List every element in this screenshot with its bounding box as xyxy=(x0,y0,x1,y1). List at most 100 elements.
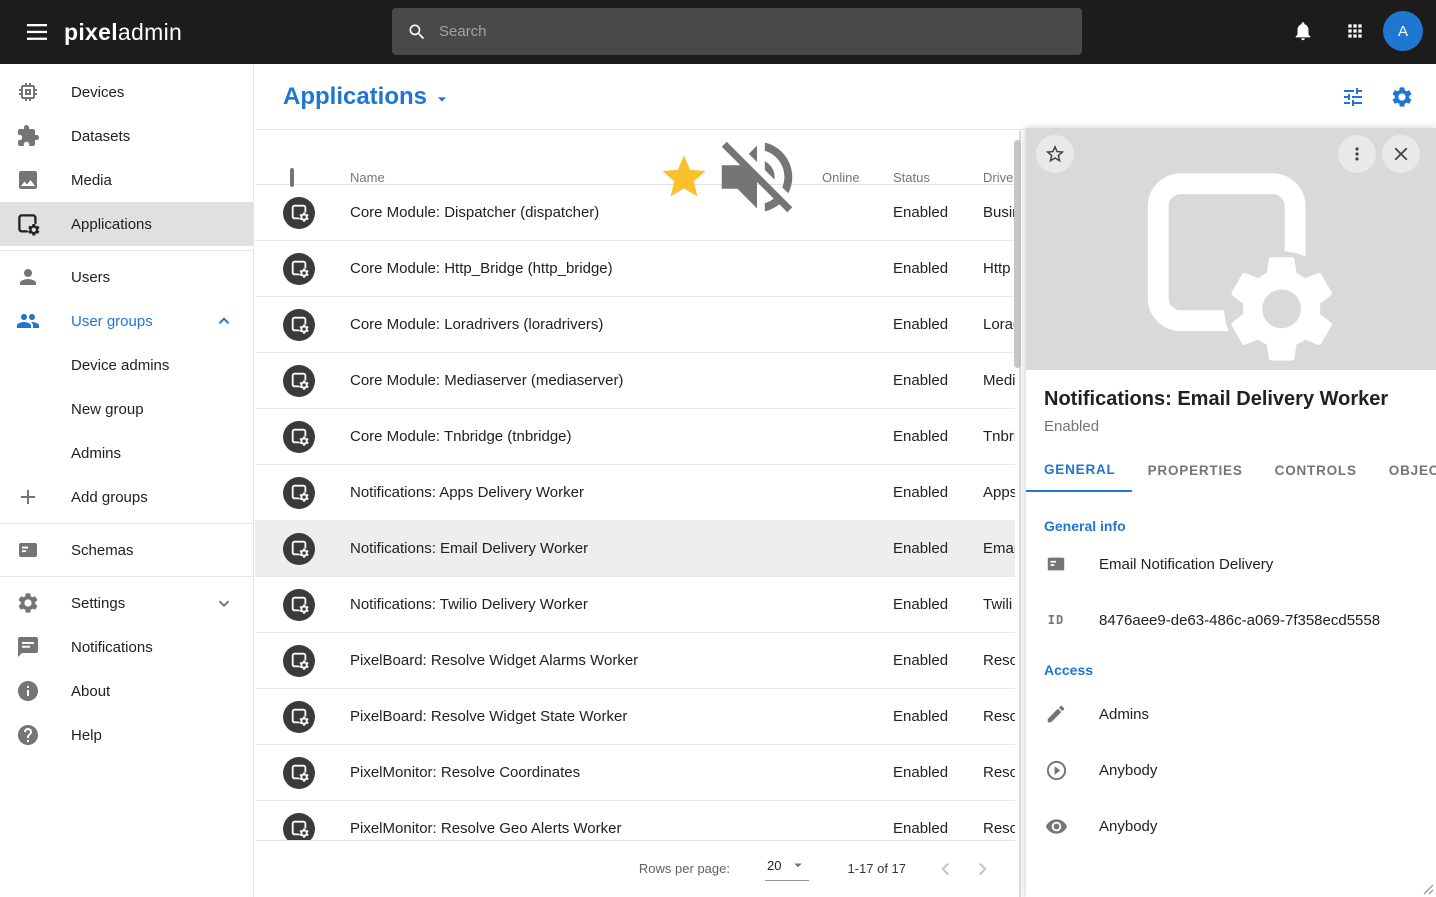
column-header-online[interactable]: Online xyxy=(804,170,875,185)
sidebar-item-new-group[interactable]: New group xyxy=(0,387,253,431)
more-options-icon[interactable] xyxy=(1338,135,1376,173)
schema-row[interactable]: Email Notification Delivery xyxy=(1026,536,1436,592)
row-name: PixelBoard: Resolve Widget Alarms Worker xyxy=(350,652,658,669)
table-settings-gear-icon[interactable] xyxy=(1390,85,1414,109)
table-row[interactable]: Core Module: Tnbridge (tnbridge) Enabled… xyxy=(255,409,1015,465)
sidebar-item-devices[interactable]: Devices xyxy=(0,70,253,114)
app-avatar xyxy=(283,197,315,229)
brand-regular: admin xyxy=(118,19,182,46)
page-title-dropdown[interactable]: Applications xyxy=(283,83,452,111)
tab-objects[interactable]: OBJECTS xyxy=(1373,448,1436,492)
menu-icon[interactable] xyxy=(13,8,61,56)
sidebar-item-label: New group xyxy=(71,401,144,418)
sidebar-item-label: Add groups xyxy=(71,489,148,506)
sidebar-item-datasets[interactable]: Datasets xyxy=(0,114,253,158)
column-header-status[interactable]: Status xyxy=(875,170,965,185)
scrollbar-thumb[interactable] xyxy=(1014,140,1021,368)
pencil-icon xyxy=(1044,702,1068,726)
chevron-down-icon[interactable] xyxy=(213,592,235,614)
sidebar-item-add-groups[interactable]: Add groups xyxy=(0,475,253,519)
table-row[interactable]: Notifications: Email Delivery Worker Ena… xyxy=(255,521,1015,577)
user-avatar[interactable]: A xyxy=(1383,11,1423,51)
page-title: Applications xyxy=(283,83,427,111)
sidebar-item-media[interactable]: Media xyxy=(0,158,253,202)
sidebar-item-schemas[interactable]: Schemas xyxy=(0,528,253,572)
favorite-star-icon[interactable] xyxy=(658,151,710,203)
row-driver: Busin xyxy=(965,204,1015,221)
rows-per-page-select[interactable]: 20 xyxy=(765,856,809,881)
row-status: Enabled xyxy=(875,260,965,277)
table-row[interactable]: Core Module: Http_Bridge (http_bridge) E… xyxy=(255,241,1015,297)
tab-properties[interactable]: PROPERTIES xyxy=(1132,448,1259,492)
sidebar-item-label: Settings xyxy=(71,595,125,612)
filter-tune-icon[interactable] xyxy=(1341,85,1365,109)
sidebar-item-label: About xyxy=(71,683,110,700)
app-avatar xyxy=(283,365,315,397)
table-row[interactable]: PixelMonitor: Resolve Coordinates Enable… xyxy=(255,745,1015,801)
table-row[interactable]: PixelBoard: Resolve Widget Alarms Worker… xyxy=(255,633,1015,689)
table-row[interactable]: Notifications: Twilio Delivery Worker En… xyxy=(255,577,1015,633)
next-page-icon[interactable] xyxy=(964,851,1000,887)
row-status: Enabled xyxy=(875,484,965,501)
table-row[interactable]: PixelMonitor: Resolve Geo Alerts Worker … xyxy=(255,801,1015,840)
row-status: Enabled xyxy=(875,596,965,613)
table-row[interactable]: Notifications: Apps Delivery Worker Enab… xyxy=(255,465,1015,521)
row-driver: Reso xyxy=(965,764,1015,781)
search-input[interactable] xyxy=(439,8,1082,55)
row-driver: Emai xyxy=(965,540,1015,557)
row-status: Enabled xyxy=(875,820,965,837)
global-search[interactable] xyxy=(392,8,1082,55)
table-row[interactable]: PixelBoard: Resolve Widget State Worker … xyxy=(255,689,1015,745)
row-name: PixelMonitor: Resolve Coordinates xyxy=(350,764,658,781)
mute-volume-off-icon[interactable] xyxy=(710,130,804,224)
access-read-row[interactable]: Anybody xyxy=(1026,798,1436,854)
row-driver: Apps xyxy=(965,484,1015,501)
access-execute-value: Anybody xyxy=(1099,762,1157,779)
id-row[interactable]: ID 8476aee9-de63-486c-a069-7f358ecd5558 xyxy=(1026,592,1436,648)
access-write-row[interactable]: Admins xyxy=(1026,686,1436,742)
table-row[interactable]: Core Module: Dispatcher (dispatcher) Ena… xyxy=(255,185,1015,241)
plus-icon xyxy=(16,485,40,509)
table-row[interactable]: Core Module: Loradrivers (loradrivers) E… xyxy=(255,297,1015,353)
row-driver: Lorad xyxy=(965,316,1015,333)
sidebar-item-notifications[interactable]: Notifications xyxy=(0,625,253,669)
favorite-star-outline-icon[interactable] xyxy=(1036,135,1074,173)
close-icon[interactable] xyxy=(1382,135,1420,173)
sidebar-item-device-admins[interactable]: Device admins xyxy=(0,343,253,387)
people-icon xyxy=(16,309,40,333)
row-driver: Reso xyxy=(965,820,1015,837)
detail-status: Enabled xyxy=(1044,418,1418,435)
puzzle-icon xyxy=(16,124,40,148)
sidebar-item-user-groups[interactable]: User groups xyxy=(0,299,253,343)
previous-page-icon[interactable] xyxy=(928,851,964,887)
sidebar-item-help[interactable]: Help xyxy=(0,713,253,757)
sidebar-item-users[interactable]: Users xyxy=(0,255,253,299)
app-avatar xyxy=(283,253,315,285)
rows-per-page-value: 20 xyxy=(767,858,781,873)
row-name: Notifications: Apps Delivery Worker xyxy=(350,484,658,501)
sidebar-item-label: Schemas xyxy=(71,542,134,559)
access-execute-row[interactable]: Anybody xyxy=(1026,742,1436,798)
sidebar-item-settings[interactable]: Settings xyxy=(0,581,253,625)
select-all-checkbox[interactable] xyxy=(290,168,294,187)
access-write-value: Admins xyxy=(1099,706,1149,723)
table-row[interactable]: Core Module: Mediaserver (mediaserver) E… xyxy=(255,353,1015,409)
detail-tabs: GENERAL PROPERTIES CONTROLS OBJECTS xyxy=(1026,448,1436,492)
row-name: Core Module: Loradrivers (loradrivers) xyxy=(350,316,658,333)
content-toolbar: Applications xyxy=(255,64,1436,130)
sidebar-item-applications[interactable]: Applications xyxy=(0,202,253,246)
notifications-bell-icon[interactable] xyxy=(1285,13,1321,49)
tab-general[interactable]: GENERAL xyxy=(1026,448,1132,492)
tab-controls[interactable]: CONTROLS xyxy=(1259,448,1373,492)
chevron-up-icon[interactable] xyxy=(213,310,235,332)
resize-grip[interactable] xyxy=(1418,879,1434,895)
divider xyxy=(0,576,253,577)
detail-title: Notifications: Email Delivery Worker xyxy=(1044,388,1422,411)
apps-grid-icon[interactable] xyxy=(1337,13,1373,49)
section-general-info: General info xyxy=(1044,518,1418,534)
column-header-name[interactable]: Name xyxy=(350,170,658,185)
brand-logo: pixeladmin xyxy=(64,0,182,64)
sidebar-item-about[interactable]: About xyxy=(0,669,253,713)
sidebar-item-admins[interactable]: Admins xyxy=(0,431,253,475)
column-header-driver[interactable]: Driver xyxy=(965,170,1018,185)
